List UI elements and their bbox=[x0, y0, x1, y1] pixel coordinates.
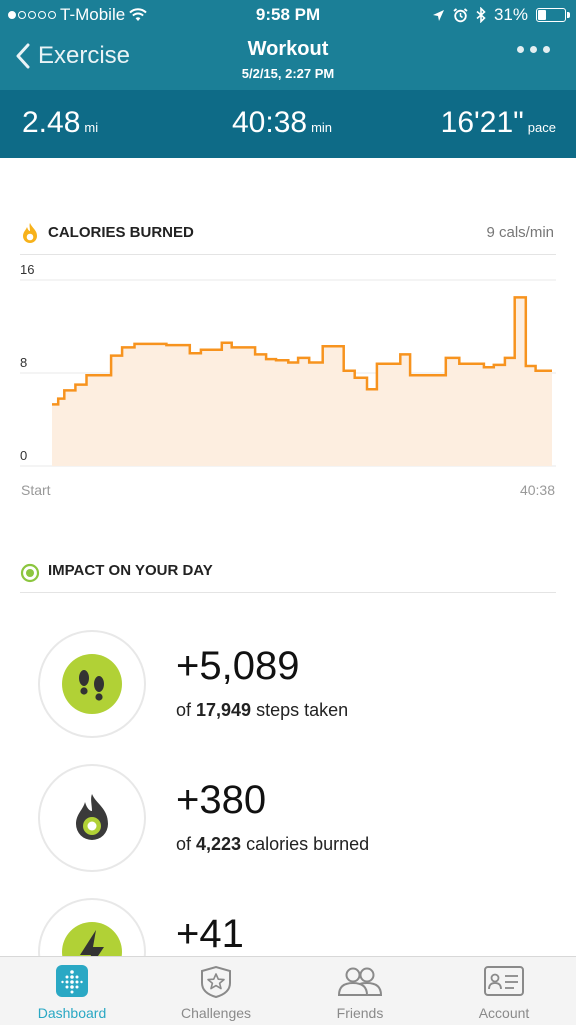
calories-section-header: CALORIES BURNED 9 cals/min bbox=[20, 218, 556, 255]
tab-bar: Dashboard Challenges Friends Account bbox=[0, 956, 576, 1025]
pace-value: 16'21" bbox=[440, 106, 524, 139]
battery-percent: 31% bbox=[493, 5, 528, 24]
impact-steps-row[interactable]: +5,089 of 17,949 steps taken bbox=[0, 630, 576, 750]
y-tick-label: 0 bbox=[20, 448, 27, 463]
y-tick-label: 16 bbox=[20, 262, 34, 277]
distance-value: 2.48 bbox=[22, 106, 81, 139]
active-minutes-impact-value: +41 bbox=[176, 912, 244, 956]
calories-badge bbox=[38, 764, 146, 872]
x-start-label: Start bbox=[21, 482, 51, 498]
footsteps-icon bbox=[62, 654, 122, 714]
calories-chart: 16 8 0 Start 40:38 bbox=[20, 262, 556, 498]
steps-impact-description: of 17,949 steps taken bbox=[176, 700, 349, 720]
location-arrow-icon bbox=[432, 9, 444, 21]
x-end-label: 40:38 bbox=[520, 482, 555, 498]
calories-total: 4,223 bbox=[196, 834, 242, 854]
calories-impact-value: +380 bbox=[176, 778, 267, 822]
tab-dashboard[interactable]: Dashboard bbox=[0, 957, 144, 1025]
status-right: 31% bbox=[432, 5, 570, 25]
impact-section-title: IMPACT ON YOUR DAY bbox=[48, 562, 213, 579]
tab-account[interactable]: Account bbox=[432, 957, 576, 1025]
battery-icon bbox=[536, 8, 570, 22]
workout-stats: 2.48 mi 40:38 min 16'21" pace bbox=[0, 90, 576, 158]
carrier-label: T-Mobile bbox=[60, 5, 126, 24]
status-bar: T-Mobile 9:58 PM 31% bbox=[0, 0, 576, 30]
flame-icon bbox=[76, 794, 108, 840]
calories-rate: 9 cals/min bbox=[486, 224, 554, 241]
more-options-button[interactable] bbox=[517, 46, 550, 53]
tab-dashboard-label: Dashboard bbox=[37, 1005, 107, 1021]
signal-strength-icon bbox=[8, 11, 56, 19]
chevron-left-icon bbox=[16, 43, 30, 69]
dashboard-icon bbox=[56, 965, 88, 997]
impact-calories-row[interactable]: +380 of 4,223 calories burned bbox=[0, 764, 576, 884]
calories-section-title: CALORIES BURNED bbox=[48, 224, 194, 241]
app-header: T-Mobile 9:58 PM 31% Exercise Workout 5/… bbox=[0, 0, 576, 90]
distance-stat: 2.48 mi bbox=[22, 106, 98, 140]
calories-impact-description: of 4,223 calories burned bbox=[176, 834, 370, 854]
pace-unit: pace bbox=[527, 120, 556, 135]
flame-icon bbox=[23, 223, 37, 243]
y-tick-label: 8 bbox=[20, 355, 27, 370]
calories-area-fill bbox=[52, 297, 552, 466]
duration-stat: 40:38 min bbox=[232, 106, 332, 140]
alarm-clock-icon bbox=[453, 7, 468, 22]
target-icon bbox=[20, 563, 40, 583]
tab-challenges[interactable]: Challenges bbox=[144, 957, 288, 1025]
star-badge-icon bbox=[201, 965, 231, 999]
status-left: T-Mobile bbox=[8, 5, 147, 25]
distance-unit: mi bbox=[84, 120, 99, 135]
bluetooth-icon bbox=[476, 7, 486, 23]
friends-icon bbox=[337, 967, 383, 996]
steps-total: 17,949 bbox=[196, 700, 252, 720]
impact-section-header: IMPACT ON YOUR DAY bbox=[20, 556, 556, 593]
tab-account-label: Account bbox=[478, 1005, 530, 1021]
tab-friends[interactable]: Friends bbox=[288, 957, 432, 1025]
duration-value: 40:38 bbox=[232, 106, 308, 139]
back-button[interactable]: Exercise bbox=[16, 42, 130, 70]
wifi-icon bbox=[129, 8, 147, 21]
duration-unit: min bbox=[311, 120, 333, 135]
back-label: Exercise bbox=[38, 42, 131, 69]
id-card-icon bbox=[484, 966, 524, 996]
tab-friends-label: Friends bbox=[336, 1005, 384, 1021]
steps-impact-value: +5,089 bbox=[176, 644, 300, 688]
pace-stat: 16'21" pace bbox=[441, 106, 556, 140]
tab-challenges-label: Challenges bbox=[180, 1005, 252, 1021]
steps-badge bbox=[38, 630, 146, 738]
